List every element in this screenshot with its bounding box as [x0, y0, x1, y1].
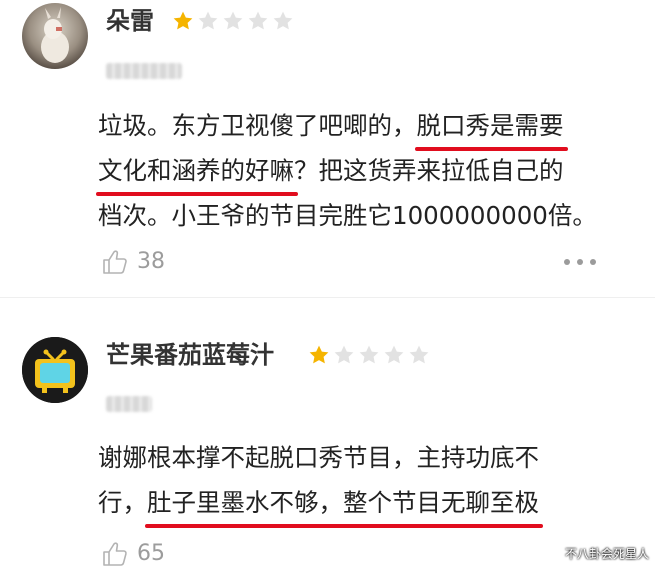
tv-icon: [22, 337, 88, 403]
thumbs-up-icon: [103, 250, 127, 274]
star-empty-icon: [273, 11, 293, 30]
highlighted-text: 肚子里墨水不够，整个节目无聊至极: [145, 480, 543, 528]
highlighted-text: 脱口秀是需要: [414, 103, 568, 151]
review-text: 谢娜根本撑不起脱口秀节目，主持功底不 行，肚子里墨水不够，整个节目无聊至极: [98, 435, 543, 528]
review-line: 谢娜根本撑不起脱口秀节目，主持功底不: [98, 443, 539, 472]
like-count: 38: [137, 249, 165, 274]
review-card: 芒果番茄蓝莓汁 谢娜根本撑不起脱口秀节目，主持功底不 行，肚子里墨水不够，整个节…: [0, 298, 655, 574]
date-blurred: [106, 396, 152, 412]
text-segment: ？把这货弄来拉低自己的: [294, 156, 564, 185]
like-button[interactable]: 38: [101, 248, 165, 276]
star-filled-icon: [173, 11, 193, 30]
star-filled-icon: [309, 345, 329, 364]
star-rating: [308, 344, 430, 366]
star-empty-icon: [334, 345, 354, 364]
like-count: 65: [137, 541, 165, 566]
like-button[interactable]: 65: [101, 540, 165, 568]
date-blurred: [106, 63, 182, 79]
highlighted-text: 文化和涵养的好嘛: [96, 148, 298, 196]
review-text: 垃圾。东方卫视傻了吧唧的，脱口秀是需要 文化和涵养的好嘛？把这货弄来拉低自己的 …: [96, 103, 597, 238]
star-empty-icon: [409, 345, 429, 364]
star-empty-icon: [248, 11, 268, 30]
user-avatar[interactable]: [22, 3, 88, 69]
more-options-button[interactable]: [564, 259, 596, 265]
star-empty-icon: [359, 345, 379, 364]
more-dots-icon: [577, 259, 583, 265]
more-dots-icon: [590, 259, 596, 265]
star-empty-icon: [223, 11, 243, 30]
avatar-photo: [22, 3, 88, 69]
review-card: 朵雷 垃圾。东方卫视傻了吧唧的，脱口秀是需要 文化和涵养的好嘛？把这货弄来拉低自…: [0, 0, 655, 297]
more-dots-icon: [564, 259, 570, 265]
username[interactable]: 朵雷: [106, 6, 154, 36]
review-line: 行，肚子里墨水不够，整个节目无聊至极: [98, 480, 543, 528]
review-line: 档次。小王爷的节目完胜它1000000000倍。: [98, 201, 597, 230]
star-empty-icon: [384, 345, 404, 364]
watermark: 不八卦会死星人: [564, 547, 649, 561]
user-avatar[interactable]: [22, 337, 88, 403]
thumbs-up-icon: [103, 542, 127, 566]
star-rating: [172, 10, 294, 32]
star-empty-icon: [198, 11, 218, 30]
text-segment: 垃圾。东方卫视傻了吧唧的，: [98, 111, 417, 140]
review-line: 垃圾。东方卫视傻了吧唧的，脱口秀是需要: [98, 103, 597, 151]
text-segment: 行，: [98, 488, 147, 517]
username[interactable]: 芒果番茄蓝莓汁: [106, 340, 274, 370]
review-line: 文化和涵养的好嘛？把这货弄来拉低自己的: [96, 148, 597, 196]
